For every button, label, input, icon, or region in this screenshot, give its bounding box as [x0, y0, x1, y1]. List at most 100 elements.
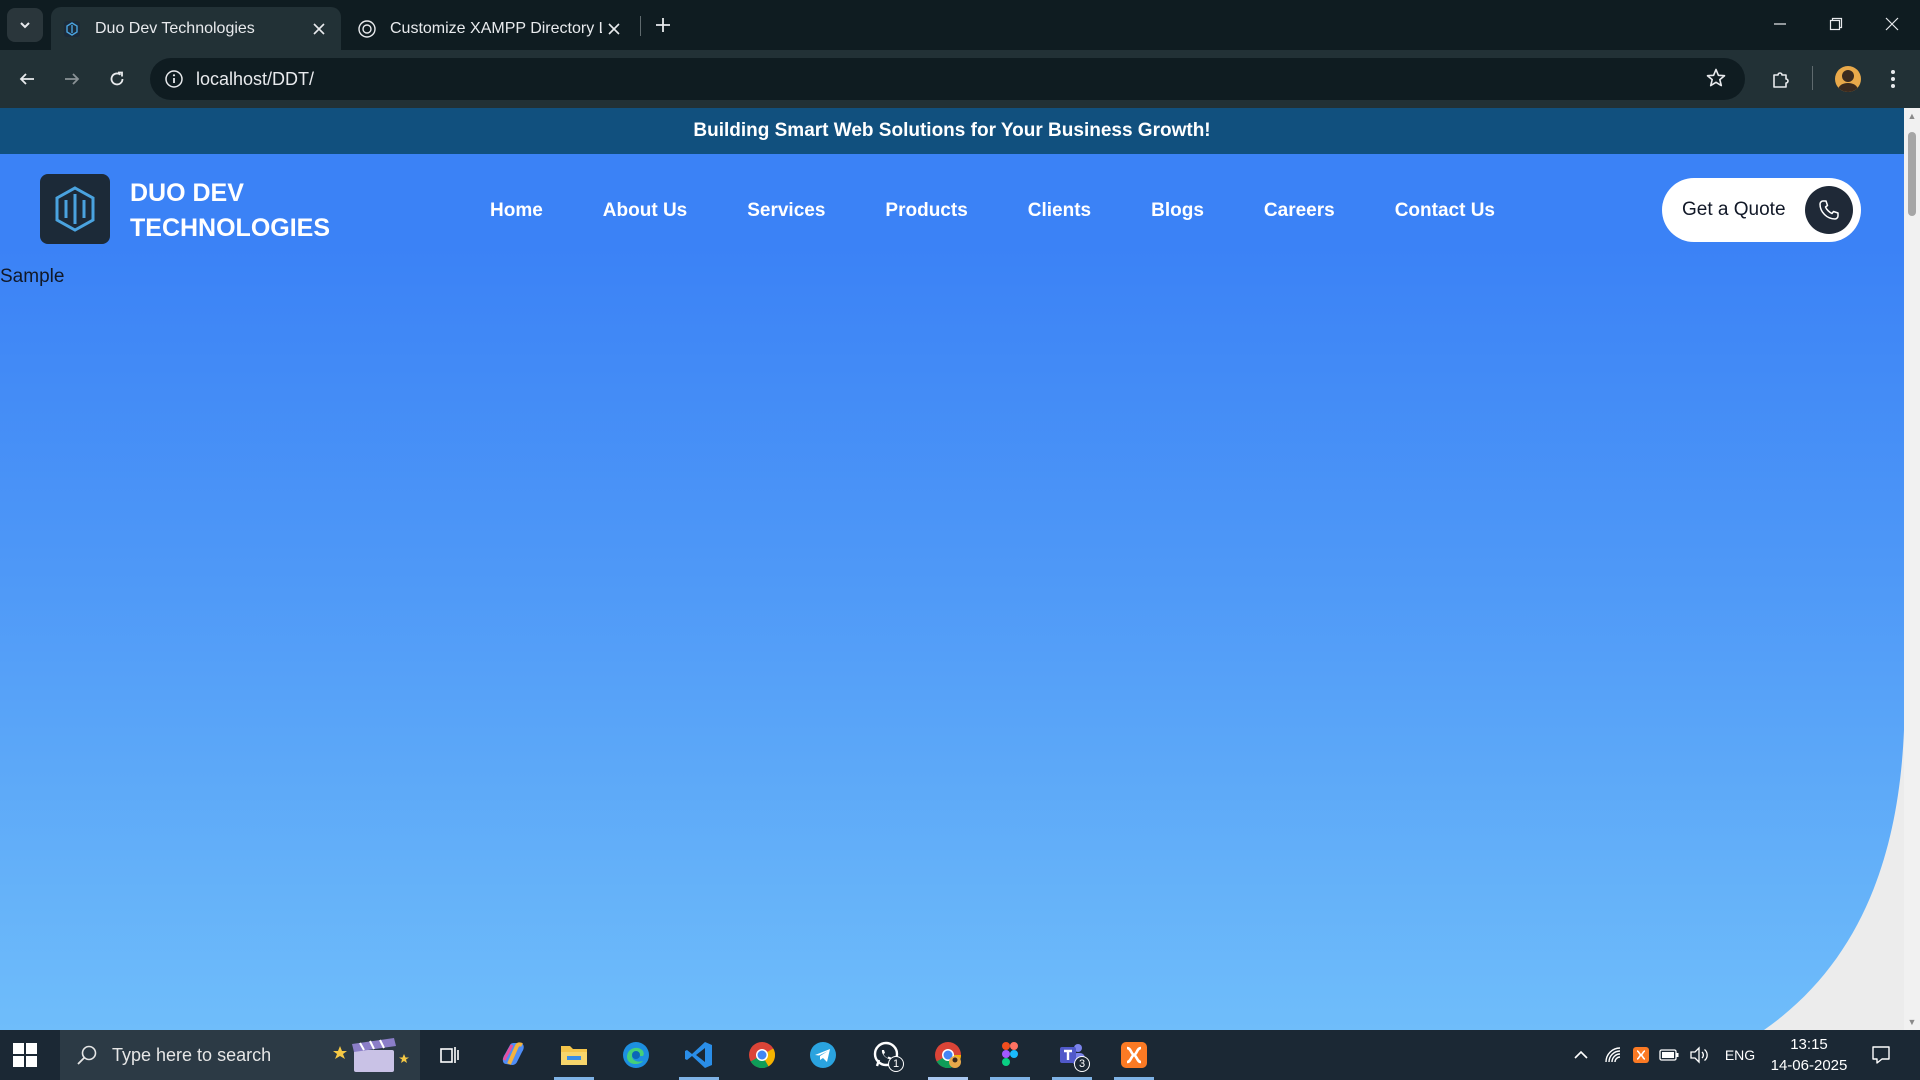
- battery-button[interactable]: [1656, 1030, 1682, 1080]
- nav-products[interactable]: Products: [885, 200, 967, 226]
- body-text: Sample: [0, 266, 65, 287]
- openai-favicon-icon: [358, 19, 376, 38]
- chrome-profile-button[interactable]: [926, 1036, 970, 1080]
- announcement-bar: Building Smart Web Solutions for Your Bu…: [0, 108, 1904, 154]
- toolbar-divider: [1812, 66, 1813, 90]
- nav-about-us[interactable]: About Us: [603, 200, 687, 226]
- task-view-icon: [440, 1047, 459, 1063]
- nav-services[interactable]: Services: [747, 200, 825, 226]
- search-icon: [77, 1045, 97, 1065]
- brand-name[interactable]: DUO DEV TECHNOLOGIES: [130, 176, 330, 246]
- page-viewport: Building Smart Web Solutions for Your Bu…: [0, 108, 1904, 1030]
- tab-duo-dev[interactable]: Duo Dev Technologies: [51, 7, 341, 50]
- restore-icon: [1829, 17, 1843, 31]
- close-window-button[interactable]: [1864, 0, 1920, 48]
- chevron-down-icon: [20, 22, 30, 29]
- volume-button[interactable]: [1686, 1030, 1712, 1080]
- copilot-button[interactable]: [491, 1036, 535, 1074]
- arrow-right-icon: [65, 73, 80, 85]
- tab-title: Duo Dev Technologies: [95, 19, 255, 37]
- browser-tab-strip: Duo Dev Technologies Customize XAMPP Dir…: [0, 0, 1920, 50]
- telegram-button[interactable]: [801, 1036, 845, 1074]
- nav-careers[interactable]: Careers: [1264, 200, 1335, 226]
- close-icon: [608, 22, 620, 35]
- get-a-quote-button[interactable]: Get a Quote: [1662, 178, 1861, 242]
- chevron-up-icon: [1574, 1050, 1588, 1059]
- file-explorer-icon: [561, 1046, 587, 1065]
- nav-blogs[interactable]: Blogs: [1151, 200, 1204, 226]
- url-text: localhost/DDT/: [196, 68, 315, 89]
- notification-icon: [1872, 1046, 1890, 1064]
- search-placeholder: Type here to search: [112, 1044, 272, 1065]
- tab-close-button[interactable]: [307, 17, 331, 41]
- reload-button[interactable]: [100, 62, 134, 96]
- vscode-icon: [685, 1042, 712, 1068]
- chrome-profile-icon: [935, 1042, 962, 1069]
- chrome-icon: [749, 1042, 776, 1069]
- close-icon: [1885, 17, 1899, 31]
- windows-start-button[interactable]: [12, 1042, 38, 1068]
- language-indicator[interactable]: ENG: [1720, 1030, 1760, 1080]
- xampp-tray-button[interactable]: [1628, 1030, 1654, 1080]
- scroll-thumb[interactable]: [1908, 132, 1916, 216]
- xampp-button[interactable]: [1112, 1036, 1156, 1080]
- address-bar[interactable]: localhost/DDT/: [150, 58, 1745, 100]
- figma-icon: [1002, 1042, 1018, 1066]
- vscode-button[interactable]: [677, 1036, 721, 1080]
- minimize-button[interactable]: [1752, 0, 1808, 48]
- scroll-up-icon[interactable]: ▲: [1907, 111, 1917, 121]
- back-button[interactable]: [10, 62, 44, 96]
- edge-button[interactable]: [614, 1036, 658, 1074]
- new-tab-button[interactable]: [650, 12, 676, 38]
- telegram-icon: [810, 1042, 836, 1068]
- nav-home[interactable]: Home: [490, 200, 543, 226]
- network-button[interactable]: [1600, 1030, 1626, 1080]
- tab-xampp[interactable]: Customize XAMPP Directory Lis: [346, 7, 636, 50]
- forward-button[interactable]: [55, 62, 89, 96]
- page-scrollbar[interactable]: ▲ ▼: [1904, 108, 1920, 1030]
- chrome-button[interactable]: [740, 1036, 784, 1074]
- puzzle-icon: [1773, 72, 1789, 88]
- clock-date: 14-06-2025: [1770, 1057, 1848, 1074]
- windows-taskbar: Type here to search 1 3 ENG 13:15 14-06-…: [0, 1030, 1920, 1080]
- notification-badge: 1: [888, 1056, 904, 1072]
- arrow-left-icon: [19, 73, 34, 85]
- figma-button[interactable]: [988, 1036, 1032, 1080]
- clock-time: 13:15: [1790, 1036, 1828, 1053]
- show-hidden-icons-button[interactable]: [1568, 1030, 1594, 1080]
- kebab-menu-icon: [1891, 70, 1895, 88]
- windows-logo-icon: [13, 1043, 37, 1067]
- phone-icon: [1805, 186, 1853, 234]
- edge-icon: [623, 1042, 649, 1068]
- taskbar-search-box[interactable]: Type here to search: [60, 1030, 420, 1080]
- site-logo[interactable]: [40, 174, 110, 244]
- system-clock[interactable]: 13:15 14-06-2025: [1764, 1034, 1854, 1076]
- whatsapp-button[interactable]: 1: [864, 1036, 908, 1074]
- task-view-button[interactable]: [428, 1036, 472, 1074]
- site-favicon-icon: [63, 20, 81, 38]
- avatar: [1835, 66, 1861, 92]
- nav-clients[interactable]: Clients: [1028, 200, 1091, 226]
- close-icon: [313, 22, 325, 35]
- teams-button[interactable]: 3: [1050, 1036, 1094, 1080]
- main-nav: Home About Us Services Products Clients …: [490, 200, 1555, 226]
- tab-close-button[interactable]: [602, 17, 626, 41]
- extensions-button[interactable]: [1764, 62, 1798, 96]
- file-explorer-button[interactable]: [552, 1036, 596, 1080]
- minimize-icon: [1774, 23, 1786, 25]
- restore-button[interactable]: [1808, 0, 1864, 48]
- nav-contact-us[interactable]: Contact Us: [1395, 200, 1495, 226]
- tab-search-button[interactable]: [7, 8, 43, 42]
- profile-button[interactable]: [1831, 62, 1865, 96]
- get-a-quote-label: Get a Quote: [1682, 199, 1786, 220]
- site-info-icon[interactable]: [162, 67, 186, 91]
- brand-line-1: DUO DEV: [130, 179, 244, 207]
- chrome-menu-button[interactable]: [1876, 62, 1910, 96]
- notification-badge: 3: [1074, 1056, 1090, 1072]
- announcement-text: Building Smart Web Solutions for Your Bu…: [693, 120, 1211, 141]
- xampp-icon: [1121, 1042, 1147, 1068]
- bookmark-star-icon[interactable]: [1705, 67, 1729, 91]
- notifications-button[interactable]: [1864, 1030, 1898, 1080]
- scroll-down-icon[interactable]: ▼: [1907, 1017, 1917, 1027]
- clapperboard-icon: [333, 1038, 409, 1072]
